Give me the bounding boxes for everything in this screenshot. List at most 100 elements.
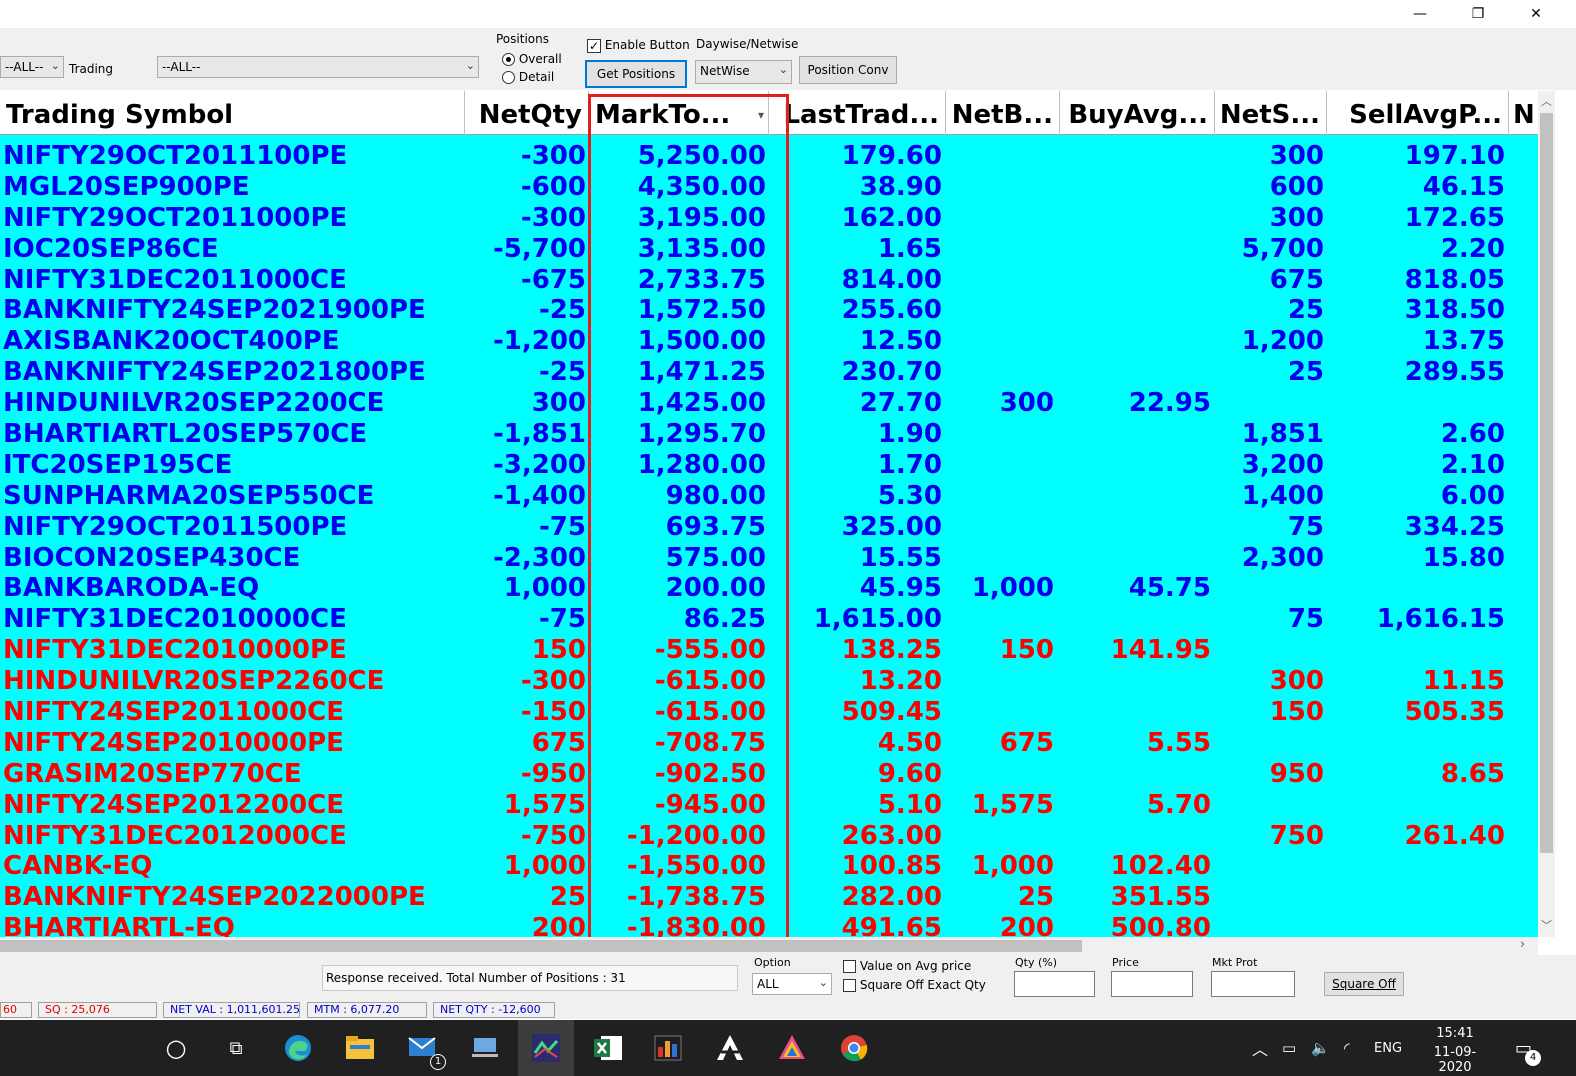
overall-radio[interactable]: Overall bbox=[502, 52, 562, 66]
wifi-icon[interactable]: ◜ bbox=[1344, 1020, 1350, 1076]
cell-ns: 150 bbox=[1269, 697, 1324, 728]
cell-sym: ITC20SEP195CE bbox=[3, 449, 233, 480]
square-off-button[interactable]: Square Off bbox=[1324, 972, 1404, 996]
horizontal-scroll-thumb[interactable] bbox=[0, 940, 1082, 952]
segment-filter-select[interactable]: --ALL-- ⌄ bbox=[0, 56, 64, 78]
detail-radio[interactable]: Detail bbox=[502, 70, 554, 84]
cell-ns: 75 bbox=[1287, 604, 1324, 635]
netwise-select[interactable]: NetWise ⌄ bbox=[695, 60, 792, 84]
clock[interactable]: 15:41 11-09-2020 bbox=[1418, 1026, 1492, 1075]
cell-ltp: 162.00 bbox=[841, 202, 942, 233]
trading-select[interactable]: --ALL-- ⌄ bbox=[157, 56, 479, 78]
option-select[interactable]: ALL ⌄ bbox=[752, 973, 832, 995]
volume-icon[interactable]: 🔈 bbox=[1311, 1020, 1330, 1076]
excel-icon[interactable] bbox=[588, 1028, 628, 1068]
cell-sym: MGL20SEP900PE bbox=[3, 171, 250, 202]
notification-count: 4 bbox=[1525, 1050, 1541, 1066]
cell-ns: 25 bbox=[1287, 295, 1324, 326]
cell-ba: 45.75 bbox=[1128, 573, 1211, 604]
cell-ns: 75 bbox=[1287, 511, 1324, 542]
qty-input[interactable] bbox=[1014, 971, 1095, 997]
col-net-buy[interactable]: NetB... bbox=[946, 91, 1060, 135]
cell-sym: NIFTY29OCT2011500PE bbox=[3, 511, 348, 542]
cell-ltp: 1,615.00 bbox=[813, 604, 942, 635]
option-value: ALL bbox=[757, 977, 779, 991]
battery-icon[interactable]: ▭ bbox=[1282, 1020, 1296, 1076]
enable-button-checkbox[interactable]: ✓ Enable Button bbox=[587, 38, 690, 53]
col-last-traded[interactable]: LastTrad... bbox=[769, 91, 946, 135]
charting-app-icon[interactable] bbox=[648, 1028, 688, 1068]
cell-sym: BANKNIFTY24SEP2021800PE bbox=[3, 357, 426, 388]
network-computer-icon[interactable] bbox=[465, 1028, 505, 1068]
cell-ns: 3,200 bbox=[1241, 449, 1324, 480]
value-on-avg-checkbox[interactable]: Value on Avg price bbox=[843, 959, 971, 973]
cell-sym: BANKNIFTY24SEP2021900PE bbox=[3, 295, 426, 326]
cell-qty: -150 bbox=[520, 697, 586, 728]
get-positions-button[interactable]: Get Positions bbox=[585, 60, 687, 88]
file-explorer-icon[interactable] bbox=[340, 1028, 380, 1068]
cell-ns: 300 bbox=[1269, 666, 1324, 697]
cell-ba: 22.95 bbox=[1128, 388, 1211, 419]
cell-qty: 1,000 bbox=[503, 573, 586, 604]
mkt-prot-input[interactable] bbox=[1211, 971, 1295, 997]
notifications-icon[interactable]: ▭ 4 bbox=[1515, 1020, 1541, 1076]
cell-ltp: 263.00 bbox=[841, 820, 942, 851]
scroll-down-icon[interactable]: ﹀ bbox=[1541, 917, 1552, 933]
close-icon[interactable]: ✕ bbox=[1512, 0, 1560, 28]
mail-icon[interactable]: 1 bbox=[404, 1028, 446, 1070]
show-hidden-icons-icon[interactable]: ︿ bbox=[1252, 1020, 1268, 1076]
segment-filter-value: --ALL-- bbox=[5, 60, 44, 74]
cell-sa: 197.10 bbox=[1404, 141, 1505, 171]
col-trading-symbol[interactable]: Trading Symbol bbox=[0, 91, 465, 135]
language-indicator[interactable]: ENG bbox=[1374, 1020, 1402, 1076]
chevron-down-icon: ⌄ bbox=[778, 63, 788, 76]
cell-sa: 1,616.15 bbox=[1376, 604, 1505, 635]
title-bar: — ❐ ✕ bbox=[0, 0, 1576, 28]
scroll-right-icon[interactable]: › bbox=[1520, 937, 1525, 952]
col-n[interactable]: N bbox=[1509, 91, 1538, 135]
chrome-icon[interactable] bbox=[834, 1028, 874, 1068]
col-netqty[interactable]: NetQty bbox=[465, 91, 589, 135]
cell-qty: -300 bbox=[520, 202, 586, 233]
vertical-scrollbar[interactable]: ︿ ﹀ bbox=[1538, 91, 1555, 937]
cell-qty: -675 bbox=[520, 264, 586, 295]
cell-ba: 5.70 bbox=[1146, 789, 1211, 820]
cell-sym: NIFTY31DEC2010000PE bbox=[3, 635, 347, 666]
cell-sa: 818.05 bbox=[1404, 264, 1505, 295]
minimize-icon[interactable]: — bbox=[1396, 0, 1444, 28]
cell-qty: 300 bbox=[531, 388, 586, 419]
edge-browser-icon[interactable] bbox=[278, 1028, 318, 1068]
horizontal-scrollbar[interactable]: › bbox=[0, 937, 1538, 955]
value-on-avg-label: Value on Avg price bbox=[859, 959, 972, 973]
col-net-sell[interactable]: NetS... bbox=[1215, 91, 1327, 135]
cell-sa: 2.20 bbox=[1440, 233, 1505, 264]
cell-ns: 675 bbox=[1269, 264, 1324, 295]
chevron-down-icon: ⌄ bbox=[465, 59, 475, 72]
task-view-icon[interactable]: ⧉ bbox=[216, 1028, 256, 1068]
square-off-exact-checkbox[interactable]: Square Off Exact Qty bbox=[843, 978, 986, 992]
position-conv-button[interactable]: Position Conv bbox=[799, 56, 897, 84]
search-icon[interactable]: ○ bbox=[156, 1028, 196, 1068]
cell-ltp: 5.30 bbox=[877, 480, 942, 511]
chevron-down-icon: ⌄ bbox=[50, 59, 60, 72]
status-net-val: NET VAL : 1,011,601.25 bbox=[163, 1002, 300, 1018]
vertical-scroll-thumb[interactable] bbox=[1540, 113, 1553, 853]
col-buy-avg[interactable]: BuyAvg... bbox=[1060, 91, 1215, 135]
col-sell-avg[interactable]: SellAvgP... bbox=[1327, 91, 1509, 135]
trading-terminal-icon[interactable] bbox=[526, 1028, 566, 1068]
price-input[interactable] bbox=[1111, 971, 1193, 997]
broker-app-icon[interactable] bbox=[710, 1028, 750, 1068]
maximize-icon[interactable]: ❐ bbox=[1454, 0, 1502, 28]
cell-ns: 750 bbox=[1269, 820, 1324, 851]
cell-qty: -3,200 bbox=[492, 449, 586, 480]
mtm-highlight-box bbox=[588, 94, 789, 942]
cell-qty: -300 bbox=[520, 666, 586, 697]
cell-ltp: 13.20 bbox=[859, 666, 942, 697]
cell-sa: 172.65 bbox=[1404, 202, 1505, 233]
cell-nb: 1,000 bbox=[971, 851, 1054, 882]
scroll-up-icon[interactable]: ︿ bbox=[1541, 93, 1552, 109]
cell-nb: 25 bbox=[1017, 882, 1054, 913]
cell-sym: HINDUNILVR20SEP2260CE bbox=[3, 666, 385, 697]
cell-sym: SUNPHARMA20SEP550CE bbox=[3, 480, 375, 511]
triangle-app-icon[interactable] bbox=[772, 1028, 812, 1068]
